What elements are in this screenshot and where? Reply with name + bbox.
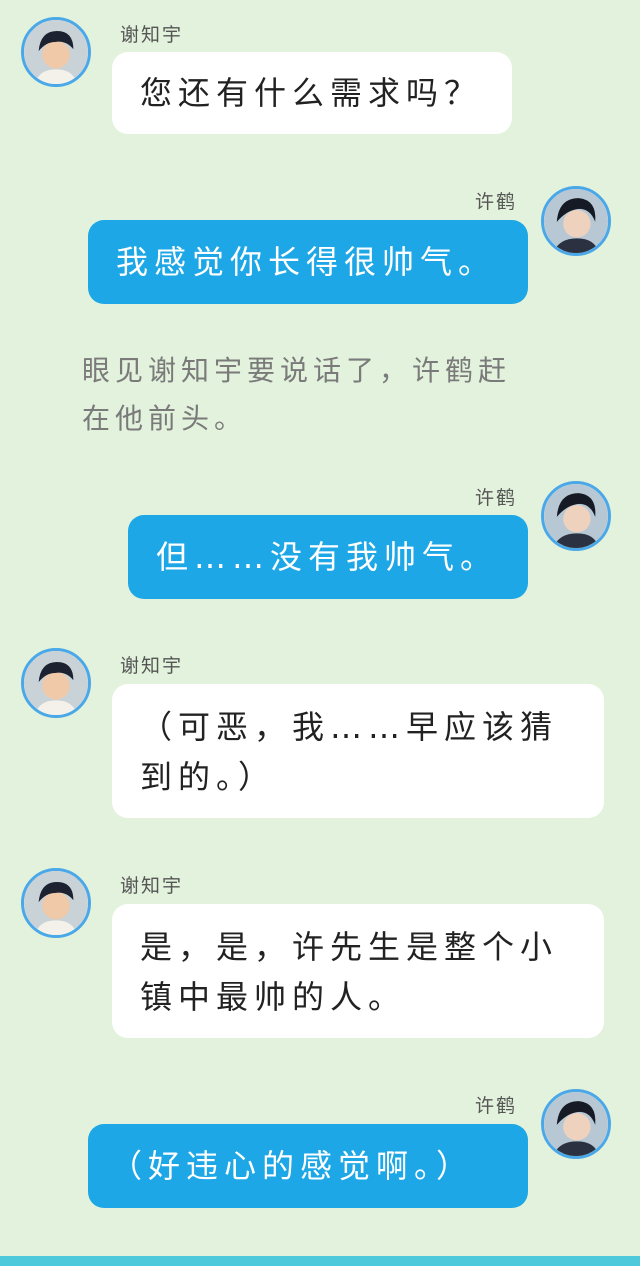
avatar-xu-icon [544, 484, 608, 548]
avatar-xu-icon [544, 1092, 608, 1156]
avatar-xu-icon [544, 189, 608, 253]
avatar-xu-he[interactable] [541, 1089, 611, 1159]
bottom-bar [0, 1256, 640, 1266]
narration-text: 眼见谢知宇要说话了，许鹤赶在他前头。 [82, 354, 512, 435]
speaker-name: 许鹤 [475, 487, 518, 509]
avatar-xie-zhiyu[interactable] [21, 648, 91, 718]
message-bubble: （好违心的感觉啊。） [88, 1124, 528, 1208]
message-bubble: 是，是，许先生是整个小镇中最帅的人。 [112, 904, 604, 1038]
avatar-xie-icon [24, 651, 88, 715]
message-bubble: 我感觉你长得很帅气。 [88, 220, 528, 304]
message-bubble: 您还有什么需求吗？ [112, 52, 512, 134]
avatar-xu-he[interactable] [541, 481, 611, 551]
speaker-name: 许鹤 [475, 1095, 518, 1117]
avatar-xu-he[interactable] [541, 186, 611, 256]
avatar-xie-icon [24, 871, 88, 935]
speaker-name: 谢知宇 [120, 24, 184, 46]
speaker-name: 许鹤 [475, 191, 518, 213]
avatar-xie-zhiyu[interactable] [21, 868, 91, 938]
message-bubble: （可恶，我……早应该猜到的。） [112, 684, 604, 818]
avatar-xie-icon [24, 20, 88, 84]
avatar-xie-zhiyu[interactable] [21, 17, 91, 87]
message-bubble: 但……没有我帅气。 [128, 515, 528, 599]
speaker-name: 谢知宇 [120, 655, 184, 677]
speaker-name: 谢知宇 [120, 875, 184, 897]
